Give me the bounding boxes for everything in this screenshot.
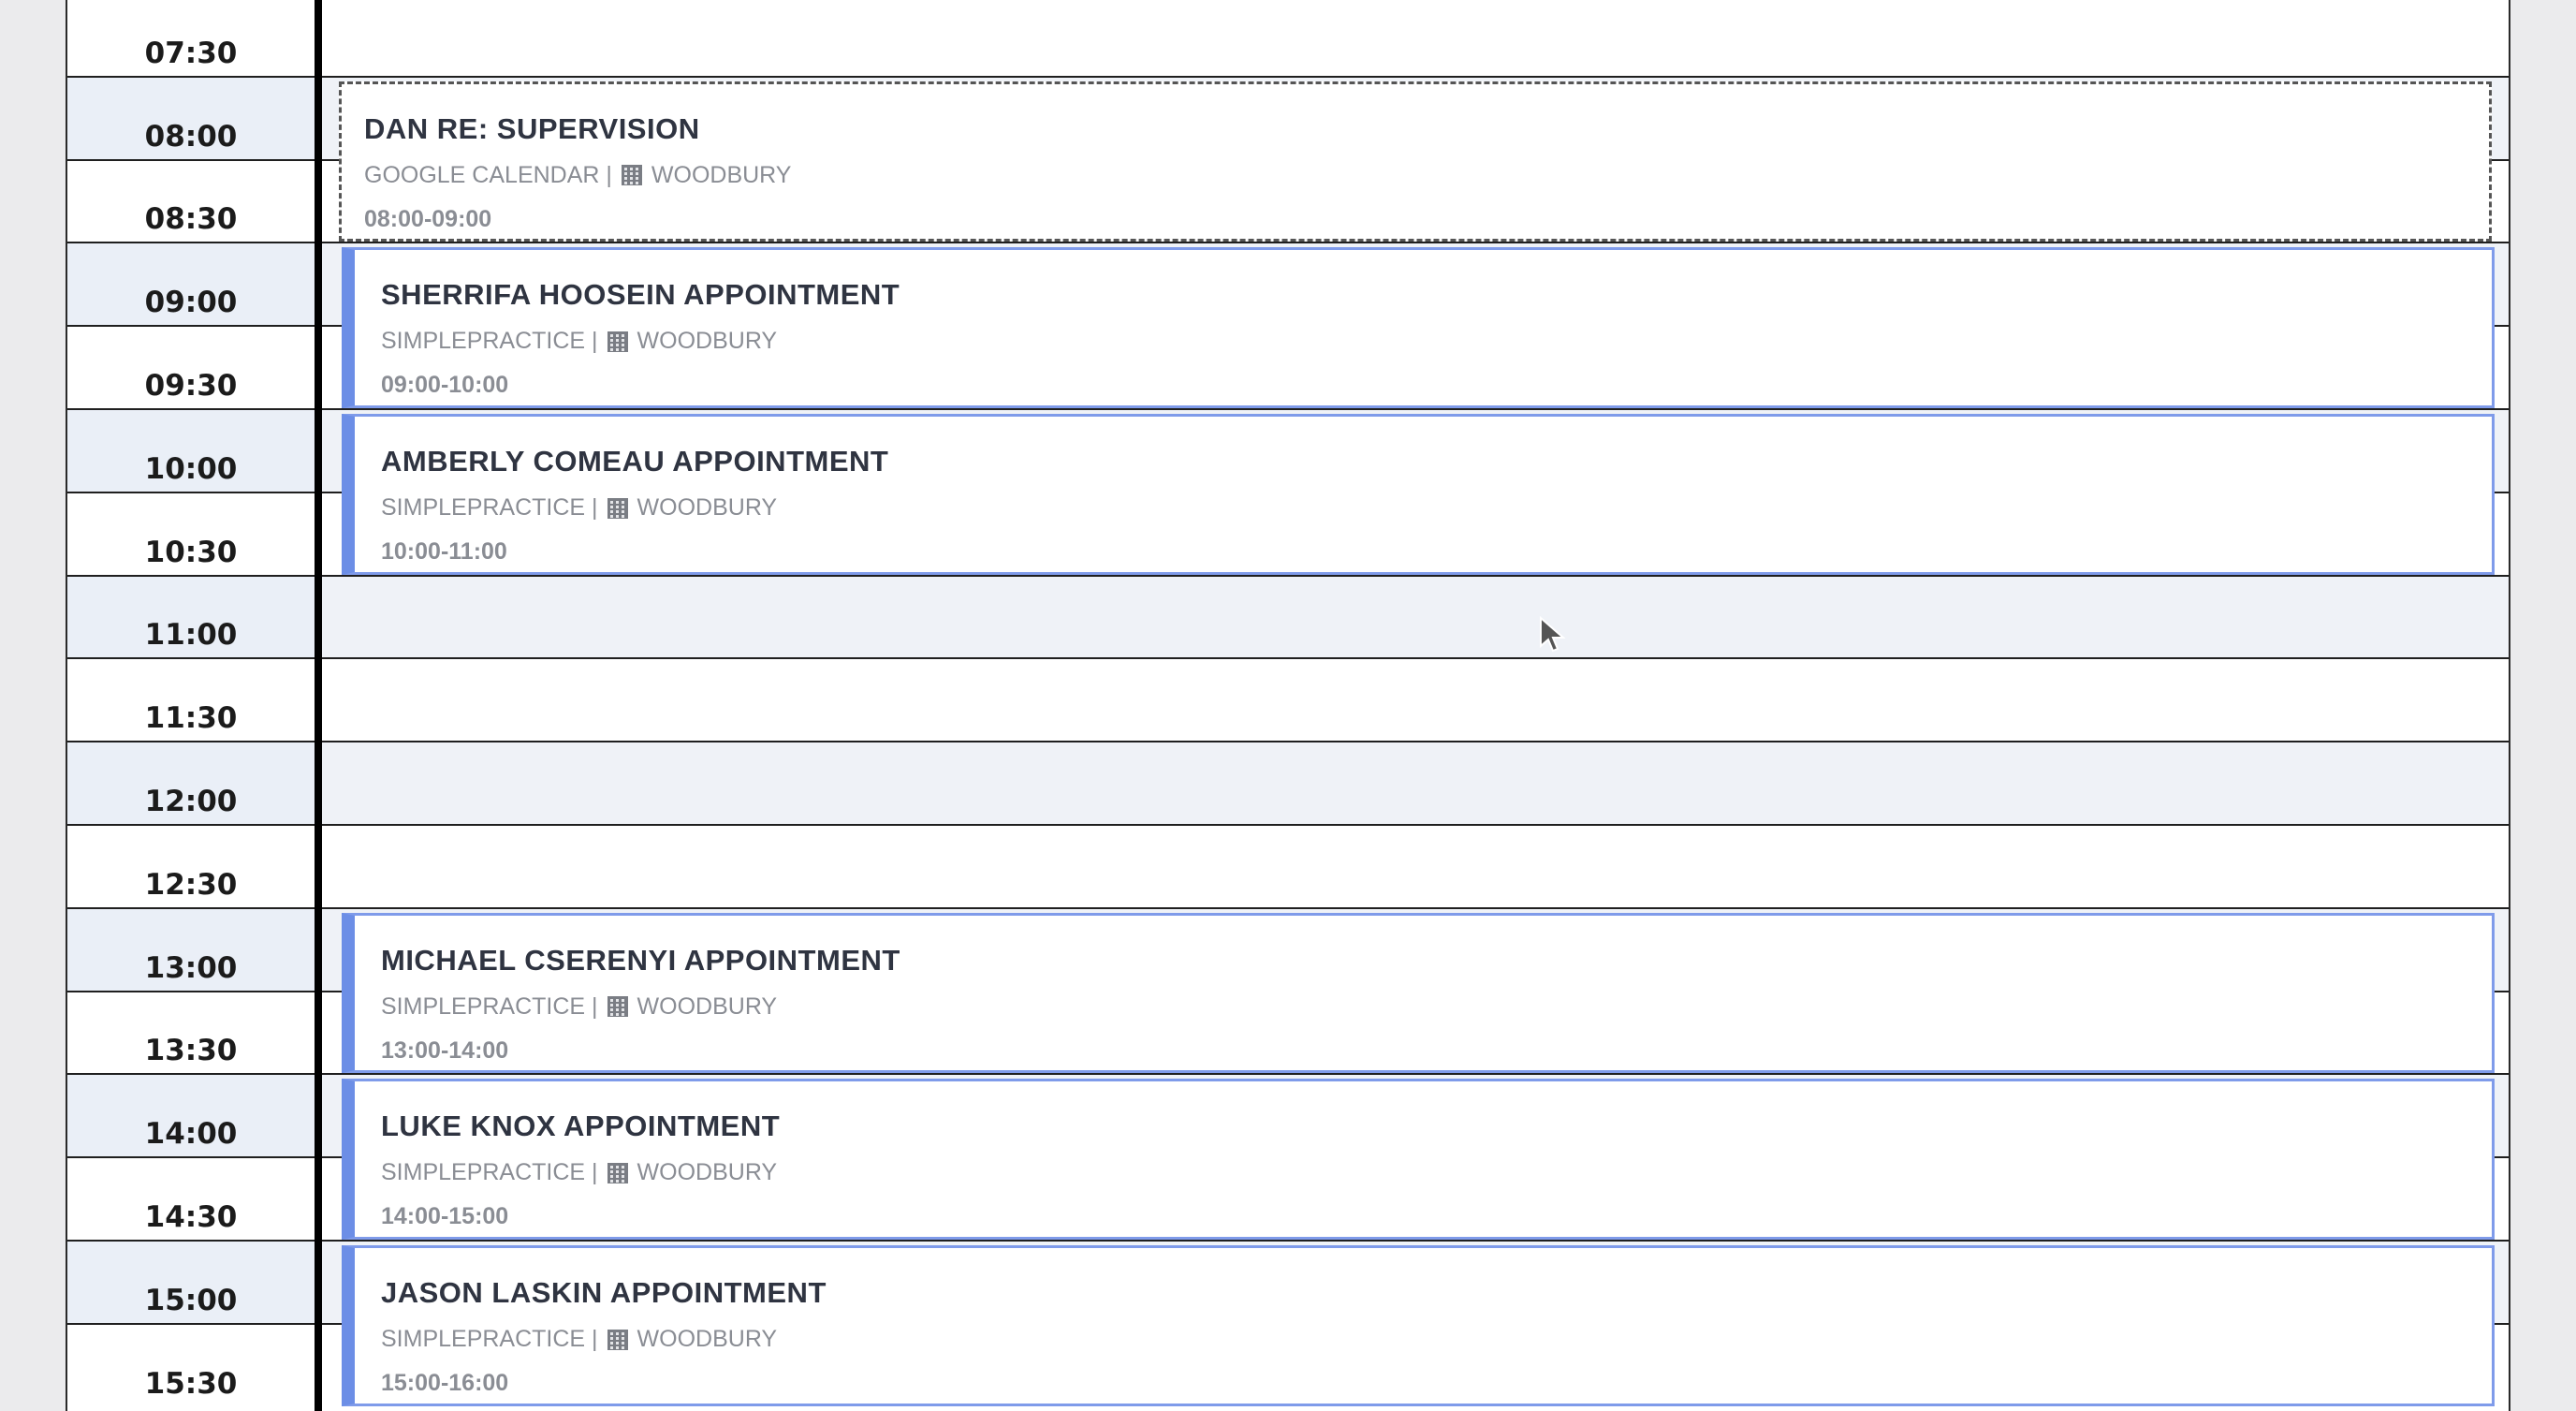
time-label: 08:00 [144, 119, 238, 154]
event-source: SIMPLEPRACTICE | [381, 328, 598, 355]
time-label-cell: 09:30 [67, 327, 315, 408]
time-label-cell: 13:00 [67, 908, 315, 991]
time-label: 07:30 [144, 36, 238, 70]
event-title: SHERRIFA HOOSEIN APPOINTMENT [381, 278, 900, 312]
mouse-cursor-icon [1540, 616, 1566, 653]
event-meta: SIMPLEPRACTICE | WOODBURY [381, 993, 777, 1021]
time-slot-cell[interactable] [322, 0, 2509, 76]
event-time-range: 08:00-09:00 [364, 205, 492, 232]
time-label-cell: 11:00 [67, 576, 315, 658]
time-label: 09:00 [144, 286, 238, 320]
time-label: 12:00 [144, 784, 238, 818]
event-title: MICHAEL CSERENYI APPOINTMENT [381, 943, 900, 977]
event-location: WOODBURY [637, 1326, 778, 1352]
time-label-cell: 11:30 [67, 659, 315, 741]
event-meta: SIMPLEPRACTICE | WOODBURY [381, 1159, 777, 1186]
time-label: 12:30 [144, 867, 238, 902]
event-source: SIMPLEPRACTICE | [381, 1159, 598, 1186]
time-slot-cell[interactable] [322, 826, 2509, 907]
time-slot-row[interactable]: 12:30 [67, 824, 2509, 907]
event-source: SIMPLEPRACTICE | [381, 1326, 598, 1352]
event-location: WOODBURY [637, 1159, 778, 1186]
time-label: 08:30 [144, 202, 238, 237]
event-source: SIMPLEPRACTICE | [381, 992, 598, 1020]
event-location: WOODBURY [637, 494, 778, 521]
building-icon [607, 331, 628, 352]
event-card[interactable]: SHERRIFA HOOSEIN APPOINTMENT SIMPLEPRACTI… [342, 247, 2495, 408]
event-location: WOODBURY [637, 328, 778, 355]
time-column-divider [315, 0, 322, 1411]
time-label-cell: 07:30 [67, 0, 315, 76]
time-label-cell: 14:00 [67, 1075, 315, 1157]
event-meta: SIMPLEPRACTICE | WOODBURY [381, 494, 777, 522]
event-card[interactable]: DAN RE: SUPERVISION GOOGLE CALENDAR | WOOD… [339, 81, 2492, 243]
event-card[interactable]: JASON LASKIN APPOINTMENT SIMPLEPRACTICE |… [342, 1245, 2495, 1406]
event-card[interactable]: AMBERLY COMEAU APPOINTMENT SIMPLEPRACTICE… [342, 414, 2495, 575]
time-label-cell: 13:30 [67, 992, 315, 1074]
building-icon [607, 1329, 628, 1350]
time-label: 13:30 [144, 1034, 238, 1068]
event-time-range: 09:00-10:00 [381, 372, 509, 399]
time-slot-row[interactable]: 12:00 [67, 741, 2509, 824]
building-icon [607, 1162, 628, 1183]
building-icon [607, 497, 628, 519]
time-slot-row[interactable]: 11:00 [67, 574, 2509, 658]
time-label-cell: 10:30 [67, 493, 315, 575]
time-label-cell: 15:00 [67, 1242, 315, 1323]
event-title: DAN RE: SUPERVISION [364, 111, 700, 145]
event-source: GOOGLE CALENDAR | [364, 161, 612, 188]
time-label-cell: 15:30 [67, 1325, 315, 1406]
time-slot-row[interactable]: 11:30 [67, 657, 2509, 741]
time-slot-cell[interactable] [322, 742, 2509, 824]
event-location: WOODBURY [651, 161, 792, 188]
event-card[interactable]: LUKE KNOX APPOINTMENT SIMPLEPRACTICE | WOO… [342, 1079, 2495, 1240]
event-time-range: 15:00-16:00 [381, 1370, 509, 1396]
event-time-range: 13:00-14:00 [381, 1036, 509, 1064]
event-time-range: 14:00-15:00 [381, 1203, 509, 1230]
time-label-cell: 09:00 [67, 243, 315, 326]
time-label-cell: 08:00 [67, 77, 315, 159]
time-label-cell: 08:30 [67, 161, 315, 243]
event-location: WOODBURY [637, 992, 778, 1020]
time-label-cell: 12:30 [67, 826, 315, 907]
time-label: 14:30 [144, 1199, 238, 1234]
time-label: 10:30 [144, 535, 238, 569]
time-label: 10:00 [144, 451, 238, 486]
time-slot-row[interactable]: 07:30 [67, 0, 2509, 76]
event-meta: SIMPLEPRACTICE | WOODBURY [381, 1326, 777, 1353]
event-meta: SIMPLEPRACTICE | WOODBURY [381, 328, 777, 355]
time-label: 15:00 [144, 1283, 238, 1317]
time-label-cell: 10:00 [67, 410, 315, 492]
time-label-cell: 14:30 [67, 1158, 315, 1240]
time-label: 09:30 [144, 368, 238, 403]
time-label: 13:00 [144, 950, 238, 985]
time-label: 15:30 [144, 1366, 238, 1401]
time-slot-cell[interactable] [322, 659, 2509, 741]
time-slot-cell[interactable] [322, 576, 2509, 658]
event-meta: GOOGLE CALENDAR | WOODBURY [364, 162, 791, 189]
building-icon [621, 165, 642, 186]
event-source: SIMPLEPRACTICE | [381, 494, 598, 521]
building-icon [607, 996, 628, 1018]
time-label: 11:30 [144, 701, 238, 736]
time-label-cell: 12:00 [67, 742, 315, 824]
event-title: LUKE KNOX APPOINTMENT [381, 1110, 781, 1143]
event-card[interactable]: MICHAEL CSERENYI APPOINTMENT SIMPLEPRACTI… [342, 912, 2495, 1074]
event-title: JASON LASKIN APPOINTMENT [381, 1276, 827, 1309]
event-title: AMBERLY COMEAU APPOINTMENT [381, 445, 889, 478]
time-label: 11:00 [144, 618, 238, 653]
calendar-day-view: 07:30 08:00 08:30 09:00 09:30 10:00 10:30 11:00… [66, 0, 2510, 1411]
time-label: 14:00 [144, 1117, 238, 1152]
event-time-range: 10:00-11:00 [381, 538, 507, 565]
